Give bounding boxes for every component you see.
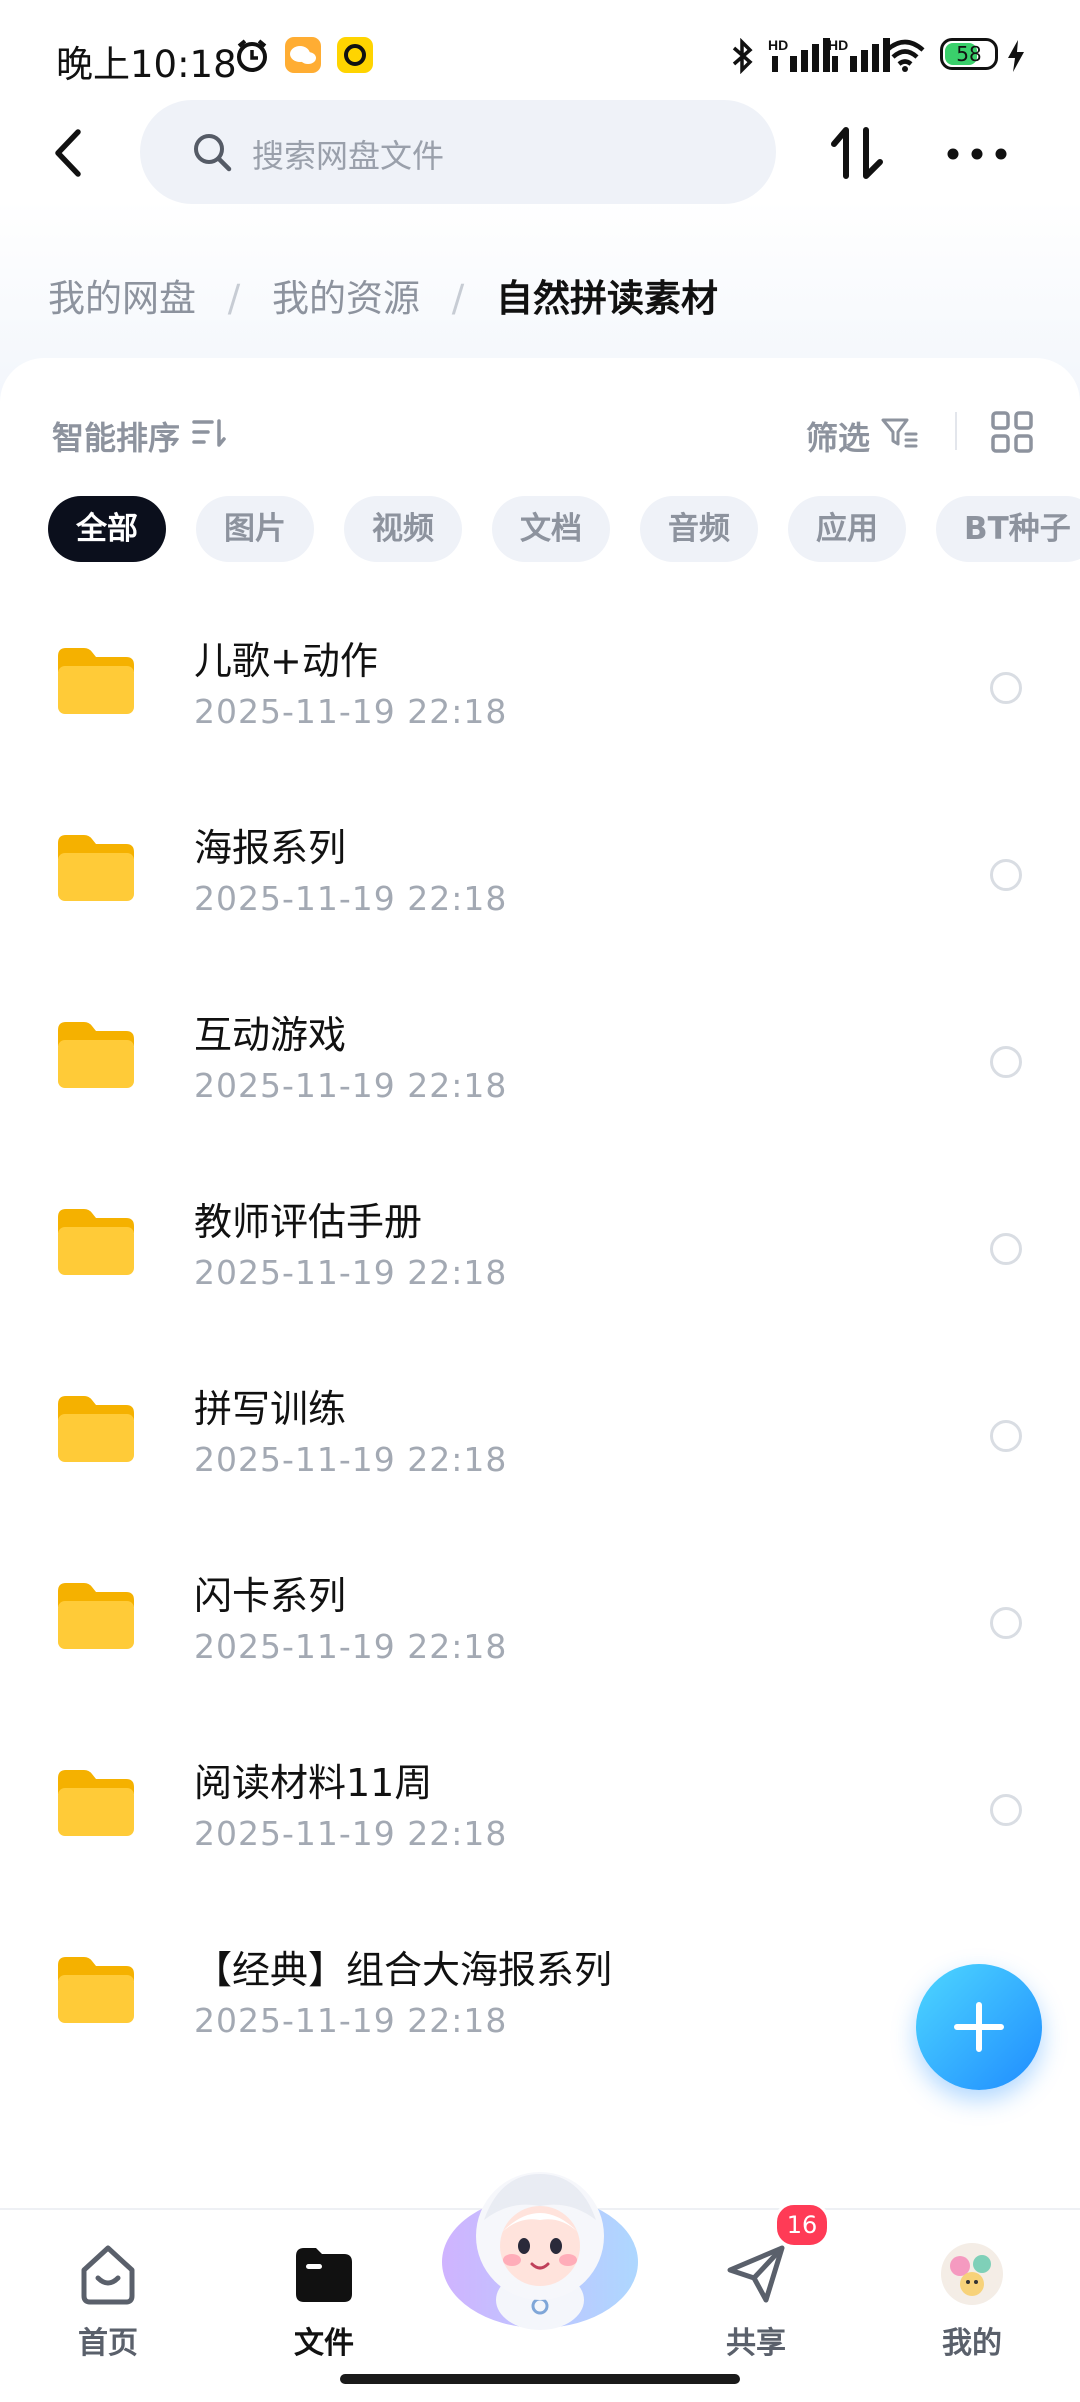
chip-documents[interactable]: 文档 — [492, 496, 610, 562]
gesture-home-bar — [340, 2374, 740, 2384]
file-date: 2025-11-19 22:18 — [194, 1440, 508, 1479]
breadcrumb-separator: / — [227, 277, 241, 320]
folder-icon — [58, 1022, 134, 1088]
file-date: 2025-11-19 22:18 — [194, 692, 508, 731]
file-name: 拼写训练 — [194, 1387, 347, 1431]
breadcrumb-my-drive[interactable]: 我的网盘 — [48, 268, 196, 322]
signal-icon-2: HD — [828, 37, 890, 72]
folder-icon — [58, 648, 134, 714]
battery-level: 58 — [956, 42, 982, 66]
add-button[interactable] — [916, 1964, 1042, 2090]
folder-icon — [58, 1957, 134, 2023]
folder-icon — [58, 1396, 134, 1462]
svg-text:HD: HD — [768, 37, 788, 53]
back-icon[interactable] — [38, 118, 108, 188]
breadcrumb-separator: / — [451, 277, 465, 320]
chip-videos[interactable]: 视频 — [344, 496, 462, 562]
list-item[interactable]: 互动游戏 2025-11-19 22:18 — [0, 994, 1080, 1181]
search-placeholder: 搜索网盘文件 — [252, 137, 445, 175]
battery-icon: 58 — [940, 38, 998, 70]
chip-audio[interactable]: 音频 — [640, 496, 758, 562]
file-date: 2025-11-19 22:18 — [194, 1627, 508, 1666]
file-date: 2025-11-19 22:18 — [194, 1253, 508, 1292]
toolbar-divider — [955, 412, 957, 450]
folder-icon — [58, 1583, 134, 1649]
select-checkbox[interactable] — [990, 1420, 1022, 1452]
folder-icon — [58, 1209, 134, 1275]
category-filter-bar: 全部 图片 视频 文档 音频 应用 BT种子 — [48, 496, 1080, 566]
bluetooth-icon — [732, 38, 753, 74]
filter-icon[interactable] — [880, 416, 918, 450]
file-name: 教师评估手册 — [194, 1200, 423, 1244]
chip-bt-torrents[interactable]: BT种子 — [936, 496, 1080, 562]
alarm-icon — [237, 39, 267, 72]
status-time: 晚上10:18 — [56, 43, 237, 86]
chip-images[interactable]: 图片 — [196, 496, 314, 562]
folder-icon — [58, 1770, 134, 1836]
list-item[interactable]: 拼写训练 2025-11-19 22:18 — [0, 1368, 1080, 1555]
filter-button[interactable]: 筛选 — [806, 413, 870, 459]
chat-app-icon — [285, 37, 321, 73]
smart-sort-button[interactable]: 智能排序 — [52, 413, 180, 459]
file-name: 儿歌+动作 — [194, 639, 378, 683]
select-checkbox[interactable] — [990, 1607, 1022, 1639]
list-item[interactable]: 儿歌+动作 2025-11-19 22:18 — [0, 620, 1080, 807]
status-bar: 晚上10:18 HD HD 58 — [0, 0, 1080, 110]
svg-text:HD: HD — [828, 37, 848, 53]
select-checkbox[interactable] — [990, 859, 1022, 891]
more-options-icon[interactable] — [944, 136, 1010, 172]
nav-me-label: 我的 — [942, 2326, 1002, 2361]
select-checkbox[interactable] — [990, 1046, 1022, 1078]
chip-all[interactable]: 全部 — [48, 496, 166, 562]
file-name: 闪卡系列 — [194, 1574, 347, 1618]
send-icon — [727, 2245, 785, 2303]
share-notification-badge: 16 — [774, 2202, 830, 2248]
select-checkbox[interactable] — [990, 1794, 1022, 1826]
wifi-icon — [885, 39, 925, 72]
breadcrumb-current: 自然拼读素材 — [496, 277, 718, 320]
breadcrumb-my-resources[interactable]: 我的资源 — [272, 268, 420, 322]
app-notification-icon — [337, 37, 373, 73]
plus-icon — [954, 2002, 1004, 2052]
file-name: 【经典】组合大海报系列 — [194, 1948, 613, 1992]
file-date: 2025-11-19 22:18 — [194, 1066, 508, 1105]
file-name: 互动游戏 — [194, 1013, 347, 1057]
nav-home[interactable]: 首页 — [28, 2230, 188, 2361]
search-icon — [194, 134, 232, 172]
file-date: 2025-11-19 22:18 — [194, 1814, 508, 1853]
grid-view-icon[interactable] — [990, 410, 1034, 454]
search-input[interactable]: 搜索网盘文件 — [140, 100, 776, 204]
nav-share-label: 共享 — [726, 2326, 786, 2361]
select-checkbox[interactable] — [990, 672, 1022, 704]
select-checkbox[interactable] — [990, 1233, 1022, 1265]
nav-files[interactable]: 文件 — [244, 2230, 404, 2361]
file-name: 海报系列 — [194, 826, 347, 870]
list-item[interactable]: 阅读材料11周 2025-11-19 22:18 — [0, 1742, 1080, 1929]
folder-icon — [58, 835, 134, 901]
file-date: 2025-11-19 22:18 — [194, 879, 508, 918]
nav-share[interactable]: 共享 — [676, 2230, 836, 2361]
list-item[interactable]: 海报系列 2025-11-19 22:18 — [0, 807, 1080, 994]
avatar-icon — [941, 2243, 1003, 2305]
file-date: 2025-11-19 22:18 — [194, 2001, 508, 2040]
transfer-sort-icon[interactable] — [826, 118, 892, 188]
folder-icon — [296, 2248, 352, 2302]
file-name: 阅读材料11周 — [194, 1761, 433, 1805]
nav-home-label: 首页 — [78, 2326, 138, 2361]
breadcrumb: 我的网盘 / 我的资源 / 自然拼读素材 — [48, 268, 718, 322]
mascot-assistant-button[interactable] — [440, 2150, 640, 2340]
list-item[interactable]: 教师评估手册 2025-11-19 22:18 — [0, 1181, 1080, 1368]
sort-list-icon[interactable] — [192, 418, 226, 448]
signal-icon: HD — [768, 37, 830, 72]
nav-files-label: 文件 — [294, 2326, 354, 2361]
nav-me[interactable]: 我的 — [892, 2230, 1052, 2361]
home-icon — [81, 2245, 135, 2305]
list-item[interactable]: 闪卡系列 2025-11-19 22:18 — [0, 1555, 1080, 1742]
charging-icon — [1008, 40, 1024, 72]
chip-apps[interactable]: 应用 — [788, 496, 906, 562]
